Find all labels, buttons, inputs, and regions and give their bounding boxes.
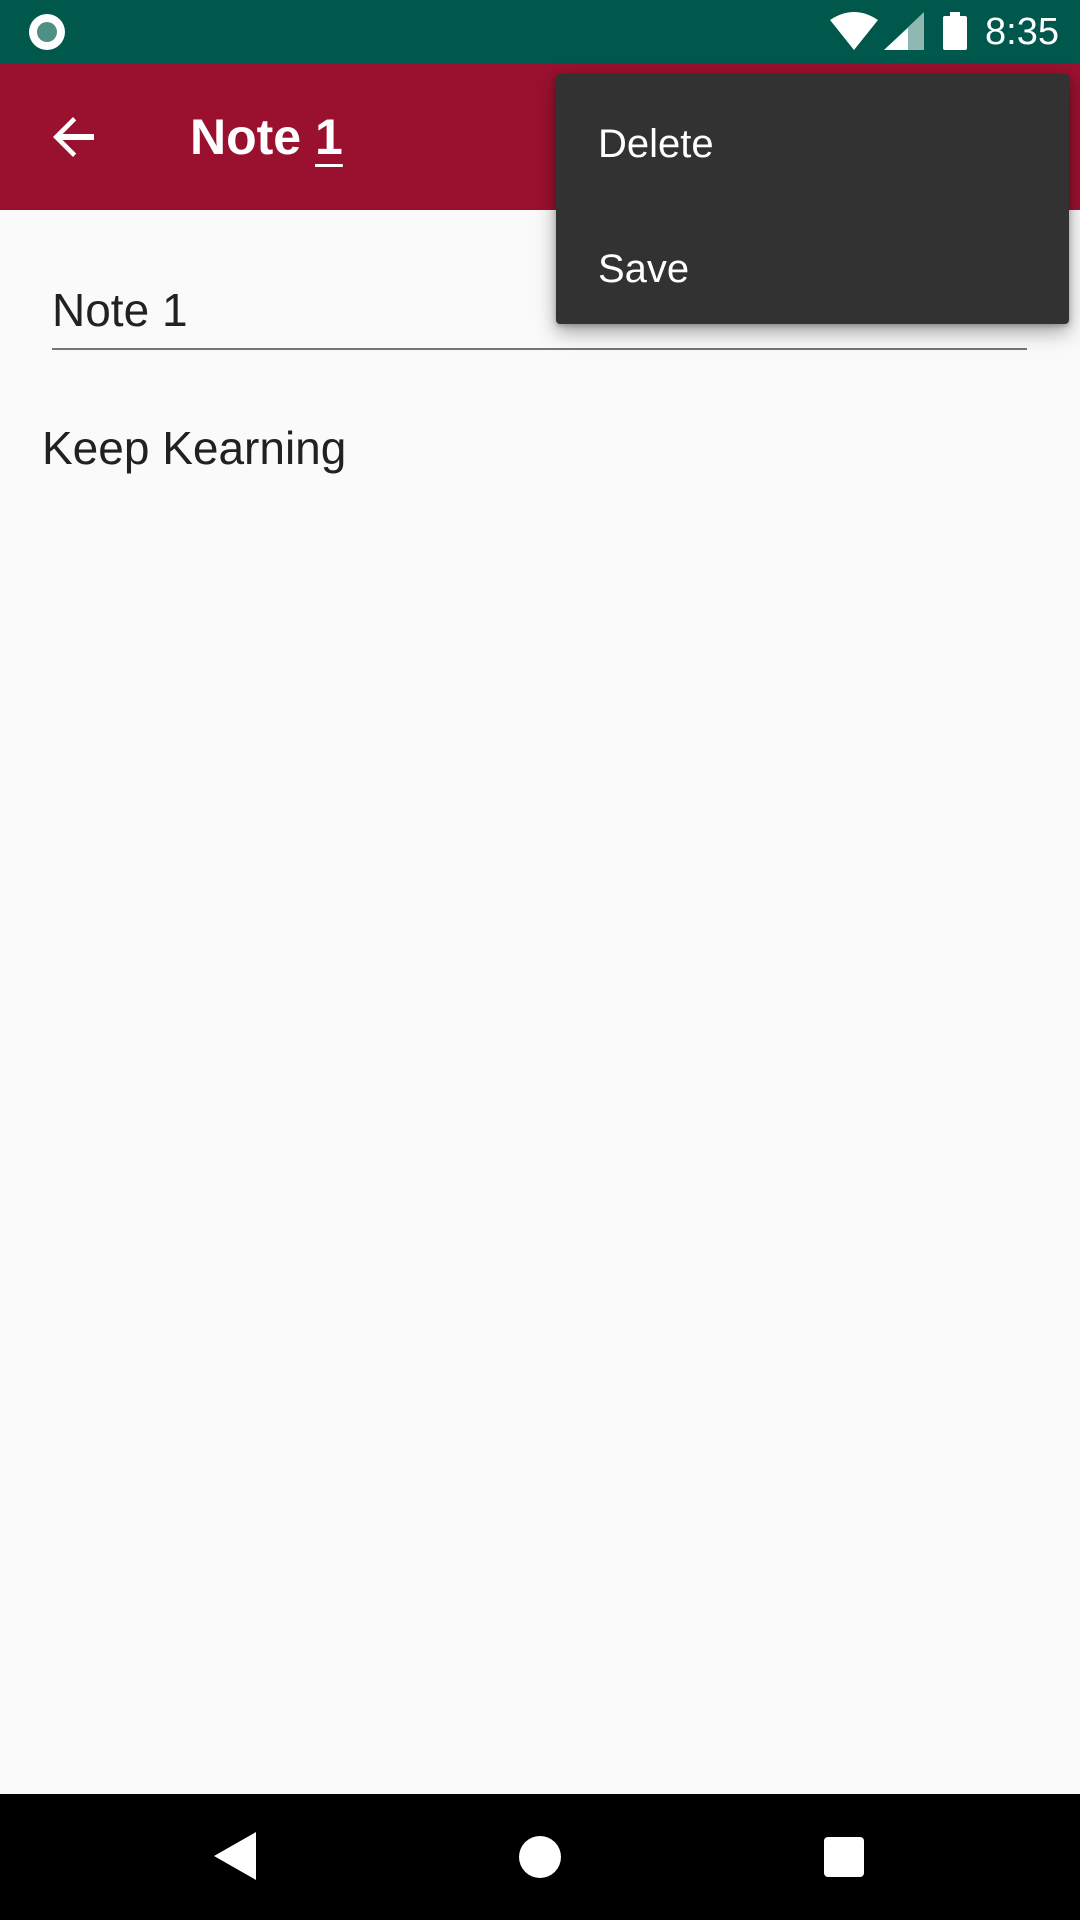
note-body-field[interactable]: Keep Kearning [42, 418, 346, 478]
page-title-word: Note [190, 109, 302, 165]
status-bar: 8:35 [0, 0, 1080, 63]
note-editor: Note 1 Keep Kearning [0, 210, 1080, 1794]
signal-icon [884, 12, 924, 50]
nav-home-icon[interactable] [519, 1836, 561, 1878]
menu-item-delete[interactable]: Delete [556, 82, 1069, 207]
app-notification-icon [29, 14, 65, 50]
nav-recents-icon[interactable] [824, 1837, 864, 1877]
page-title: Note 1 [190, 107, 343, 167]
note-title-value: Note 1 [52, 284, 188, 336]
page-title-number: 1 [315, 109, 343, 165]
nav-back-icon[interactable] [214, 1832, 256, 1880]
battery-icon [943, 12, 967, 50]
back-button[interactable] [40, 103, 108, 171]
status-clock: 8:35 [985, 11, 1059, 53]
wifi-icon [830, 12, 878, 50]
overflow-menu: Delete Save [556, 74, 1069, 324]
menu-item-save[interactable]: Save [556, 207, 1069, 332]
arrow-back-icon [53, 117, 94, 157]
navigation-bar [0, 1794, 1080, 1920]
